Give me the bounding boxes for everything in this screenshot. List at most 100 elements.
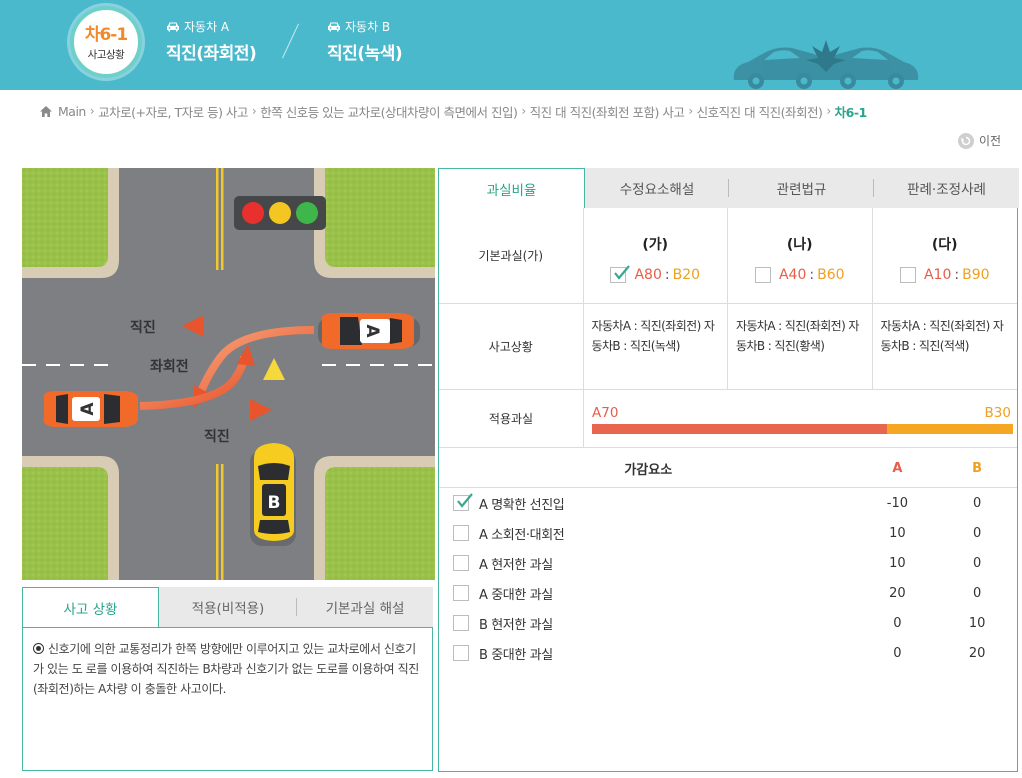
car-a-left-icon: A xyxy=(43,391,138,427)
adjustment-text: B 중대한 과실 xyxy=(479,647,553,663)
breadcrumb-item[interactable]: 신호직진 대 직진(좌회전) xyxy=(697,102,823,121)
chevron-right-icon: › xyxy=(89,104,95,118)
applied-a-label: A70 xyxy=(592,405,619,421)
adjustment-table: 가감요소 A B A 명확한 선진입 -10 0 A 소회전·대회전 10 0 A 현저한 … xyxy=(439,450,1017,668)
adjustment-value-a: 0 xyxy=(893,615,902,631)
adjustment-label: A 소회전·대회전 xyxy=(439,524,858,543)
adjustment-value-b: 20 xyxy=(968,645,986,661)
adjustment-checkbox[interactable] xyxy=(453,555,469,571)
tab-precedents[interactable]: 판례·조정사례 xyxy=(874,168,1019,208)
situation-text: 자동차A : 직진(좌회전) 자동차B : 직진(녹색) xyxy=(591,319,715,353)
ratio-b: B90 xyxy=(962,267,990,283)
situation-row: 사고상황 자동차A : 직진(좌회전) 자동차B : 직진(녹색) 자동차A :… xyxy=(439,304,1017,390)
applied-b-label: B30 xyxy=(984,405,1011,421)
car-a-right-icon: A xyxy=(318,313,420,349)
tab-related-laws[interactable]: 관련법규 xyxy=(729,168,874,208)
adjustment-value-a: -10 xyxy=(886,495,909,511)
chevron-right-icon: › xyxy=(688,104,693,118)
home-icon[interactable] xyxy=(40,105,52,117)
ratio-b: B60 xyxy=(817,267,845,283)
car-a-info: 자동차 A 직진(좌회전) xyxy=(166,18,257,65)
adjustment-value-a: 10 xyxy=(889,555,906,571)
chevron-right-icon: › xyxy=(251,104,257,118)
description-text: 신호기에 의한 교통정리가 한쪽 방향에만 이루어지고 있는 교차로에서 신호기… xyxy=(33,642,419,696)
adjustment-value-b: 0 xyxy=(973,495,982,511)
option-checkbox[interactable] xyxy=(610,265,631,283)
adjustment-checkbox[interactable] xyxy=(453,493,473,511)
tab-label: 판례·조정사례 xyxy=(907,182,986,198)
case-subtitle: 사고상황 xyxy=(87,49,125,61)
adjustment-row[interactable]: A 명확한 선진입 -10 0 xyxy=(439,488,1017,518)
situation-text: 자동차A : 직진(좌회전) 자동차B : 직진(황색) xyxy=(736,319,859,353)
adjustment-value-a: 10 xyxy=(889,525,906,541)
car-crash-icon xyxy=(733,40,919,89)
tab-fault-ratio[interactable]: 과실비율 xyxy=(438,168,585,208)
tab-label: 적용(비적용) xyxy=(191,601,265,617)
tab-accident-situation[interactable]: 사고 상황 xyxy=(22,587,159,627)
label-straight-bottom: 직진 xyxy=(204,428,230,445)
adjustment-label: B 현저한 과실 xyxy=(439,614,858,633)
applied-fault-bar: A70 B30 xyxy=(584,390,1017,447)
option-na[interactable]: (나) A40: B60 xyxy=(728,208,873,303)
adjustment-text: A 중대한 과실 xyxy=(479,587,553,603)
option-ga[interactable]: (가) A80: B20 xyxy=(584,208,728,303)
adjustment-checkbox[interactable] xyxy=(453,645,469,661)
car-a-label: 자동차 A xyxy=(184,19,230,34)
adjustment-checkbox[interactable] xyxy=(453,525,469,541)
adjustment-row[interactable]: B 중대한 과실 0 20 xyxy=(439,638,1017,668)
checkmark-icon xyxy=(457,493,473,508)
car-a-value: 직진(좌회전) xyxy=(166,44,257,64)
breadcrumb-item[interactable]: 직진 대 직진(좌회전 포함) 사고 xyxy=(530,102,685,121)
ratio-b: B20 xyxy=(672,267,701,283)
ratio-bar xyxy=(592,424,1013,434)
adjustment-checkbox[interactable] xyxy=(453,585,469,601)
option-da[interactable]: (다) A10: B90 xyxy=(873,208,1018,303)
row-header: 기본과실(가) xyxy=(439,208,584,303)
adjustment-text: A 소회전·대회전 xyxy=(479,527,565,543)
back-label: 이전 xyxy=(979,134,1002,148)
ratio-a: A80 xyxy=(634,267,662,283)
adjustment-row[interactable]: A 중대한 과실 20 0 xyxy=(439,578,1017,608)
option-name: (나) xyxy=(786,237,813,253)
tab-modifier-explanation[interactable]: 수정요소해설 xyxy=(585,168,729,208)
tab-label: 관련법규 xyxy=(776,182,827,198)
case-badge: 차6-1 사고상황 xyxy=(70,6,142,78)
tab-label: 기본과실 해설 xyxy=(325,601,405,617)
adjustment-text: A 명확한 선진입 xyxy=(479,497,565,513)
col-a-header: A xyxy=(892,461,903,476)
ratio-a: A10 xyxy=(923,267,952,283)
info-panel: 사고 상황 적용(비적용) 기본과실 해설 신호기에 의한 교통정리가 한쪽 방… xyxy=(22,587,433,771)
adjustment-rows: A 명확한 선진입 -10 0 A 소회전·대회전 10 0 A 현저한 과실 10 0 A 중대… xyxy=(439,488,1017,668)
chevron-right-icon: › xyxy=(521,104,526,118)
car-b-info: 자동차 B 직진(녹색) xyxy=(327,18,403,65)
adjustment-value-b: 0 xyxy=(973,555,982,571)
adjustment-checkbox[interactable] xyxy=(453,615,469,631)
svg-text:A: A xyxy=(362,324,382,338)
car-b-value: 직진(녹색) xyxy=(327,44,403,64)
adjustment-row[interactable]: B 현저한 과실 0 10 xyxy=(439,608,1017,638)
back-button[interactable]: 이전 xyxy=(958,132,1001,149)
breadcrumb-item[interactable]: 교차로(+자로, T자로 등) 사고 xyxy=(98,102,248,121)
bullet-icon xyxy=(33,643,44,654)
adjustment-row[interactable]: A 소회전·대회전 10 0 xyxy=(439,518,1017,548)
adjustment-label: B 중대한 과실 xyxy=(439,644,858,663)
accident-description: 신호기에 의한 교통정리가 한쪽 방향에만 이루어지고 있는 교차로에서 신호기… xyxy=(22,627,433,771)
label-straight-top: 직진 xyxy=(130,319,156,336)
applied-fault-row: 적용과실 A70 B30 xyxy=(439,390,1017,448)
row-header: 사고상황 xyxy=(439,304,584,389)
breadcrumb-item[interactable]: 한쪽 신호등 있는 교차로(상대차량이 측면에서 진입) xyxy=(260,102,518,121)
breadcrumb-item-main[interactable]: Main xyxy=(58,104,86,119)
adjustment-label: A 현저한 과실 xyxy=(439,554,858,573)
row-header: 적용과실 xyxy=(439,390,584,447)
situation-text: 자동차A : 직진(좌회전) 자동차B : 직진(적색) xyxy=(880,319,1004,353)
tab-basic-fault-explanation[interactable]: 기본과실 해설 xyxy=(297,587,433,627)
adjustment-row[interactable]: A 현저한 과실 10 0 xyxy=(439,548,1017,578)
basic-fault-row: 기본과실(가) (가) A80: B20 (나) A40: B60 (다) A1… xyxy=(439,208,1017,304)
adjustment-value-b: 0 xyxy=(973,585,982,601)
tab-label: 과실비율 xyxy=(486,182,537,199)
tab-application[interactable]: 적용(비적용) xyxy=(159,587,297,627)
option-checkbox[interactable] xyxy=(899,267,916,283)
option-checkbox[interactable] xyxy=(754,267,771,283)
adjustment-value-b: 10 xyxy=(968,615,986,631)
checkmark-icon xyxy=(614,265,631,280)
